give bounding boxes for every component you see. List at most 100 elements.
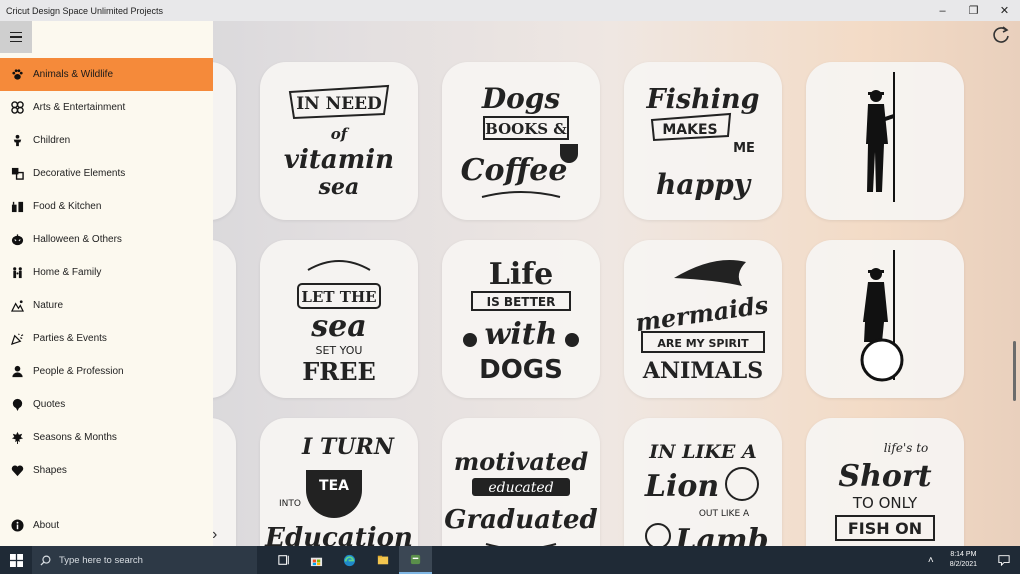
about-item[interactable]: About: [0, 509, 213, 542]
store-icon: [310, 557, 323, 566]
design-text: IS BETTER: [487, 295, 556, 309]
category-item[interactable]: Parties & Events: [0, 322, 213, 355]
task-view-button[interactable]: [267, 546, 300, 574]
arts-icon: [10, 101, 24, 115]
edge-button[interactable]: [333, 546, 366, 574]
design-text: sea: [310, 309, 366, 344]
design-text: SET YOU: [316, 344, 363, 357]
quotes-icon: [10, 398, 24, 412]
clock[interactable]: 8:14 PM 8/2/2021: [940, 550, 987, 570]
design-text: FREE: [302, 357, 376, 386]
category-label: Home & Family: [33, 267, 102, 278]
notifications-button[interactable]: [987, 546, 1020, 574]
store-button[interactable]: [300, 546, 333, 574]
start-button[interactable]: [0, 546, 32, 574]
design-text: of: [331, 125, 350, 143]
category-label: Quotes: [33, 399, 66, 410]
category-item[interactable]: Arts & Entertainment: [0, 91, 213, 124]
scrollbar-thumb[interactable]: [1013, 341, 1016, 401]
design-text: I TURN: [301, 434, 395, 460]
refresh-button[interactable]: [990, 24, 1012, 46]
design-tile[interactable]: mermaids ARE MY SPIRIT ANIMALS: [624, 240, 782, 398]
design-text: life's to: [884, 441, 929, 455]
design-tile[interactable]: Fishing MAKES ME happy: [624, 62, 782, 220]
design-text: ME: [733, 141, 755, 156]
taskbar-search[interactable]: Type here to search: [32, 546, 257, 574]
category-item[interactable]: Children: [0, 124, 213, 157]
people-icon: [10, 365, 24, 379]
close-button[interactable]: ✕: [989, 0, 1020, 21]
design-tile[interactable]: I TURN TEA INTO Education: [260, 418, 418, 546]
design-text: BOOKS &: [485, 120, 567, 138]
fisherman-silhouette: [860, 250, 904, 382]
design-tile-fisherman[interactable]: [806, 62, 964, 220]
category-item[interactable]: Halloween & Others: [0, 223, 213, 256]
decorative-icon: [10, 167, 24, 181]
design-tile[interactable]: IN LIKE A Lion OUT LIKE A Lamb: [624, 418, 782, 546]
leaf-icon: [10, 431, 24, 445]
design-text: DOGS: [479, 355, 563, 385]
design-tile[interactable]: IN NEED of vitamin sea: [260, 62, 418, 220]
category-label: Nature: [33, 300, 64, 311]
design-tile[interactable]: Life IS BETTER with DOGS: [442, 240, 600, 398]
chevron-up-icon[interactable]: ˄: [922, 555, 940, 566]
category-item[interactable]: Food & Kitchen: [0, 190, 213, 223]
design-text: motivated: [454, 447, 588, 476]
category-item[interactable]: People & Profession: [0, 355, 213, 388]
category-item[interactable]: Shapes: [0, 454, 213, 487]
design-text: mermaids: [634, 290, 771, 337]
design-graphic: I TURN TEA INTO Education: [264, 434, 413, 546]
paw-icon: [10, 68, 24, 82]
hamburger-menu-button[interactable]: [0, 21, 32, 53]
category-item[interactable]: Decorative Elements: [0, 157, 213, 190]
design-graphic: Dogs BOOKS & Coffee: [461, 82, 578, 198]
design-tile[interactable]: motivated educated Graduated: [442, 418, 600, 546]
design-text: IN LIKE A: [648, 441, 756, 463]
design-text: TEA: [319, 478, 349, 494]
design-text: Coffee: [461, 153, 568, 188]
design-tile[interactable]: Dogs BOOKS & Coffee: [442, 62, 600, 220]
design-tile[interactable]: life's to Short TO ONLY FISH ON weekends: [806, 418, 964, 546]
folder-icon: [377, 555, 388, 565]
app-icon: [410, 554, 421, 564]
design-graphic: life's to Short TO ONLY FISH ON weekends: [835, 441, 935, 541]
info-icon: [10, 519, 24, 533]
pumpkin-icon: [10, 233, 24, 247]
minimize-button[interactable]: –: [927, 0, 958, 21]
file-explorer-button[interactable]: [366, 546, 399, 574]
fisherman-silhouette: [866, 72, 895, 202]
category-item[interactable]: Quotes: [0, 388, 213, 421]
title-bar: Cricut Design Space Unlimited Projects –…: [0, 0, 1020, 21]
refresh-icon: [993, 26, 1009, 43]
clock-time: 8:14 PM: [950, 551, 977, 558]
design-text: Graduated: [444, 505, 597, 535]
category-list: Animals & Wildlife Arts & Entertainment Ch…: [0, 58, 213, 487]
party-icon: [10, 332, 24, 346]
category-item[interactable]: Home & Family: [0, 256, 213, 289]
category-item[interactable]: Nature: [0, 289, 213, 322]
category-label: Parties & Events: [33, 333, 107, 344]
category-label: Seasons & Months: [33, 432, 117, 443]
search-placeholder: Type here to search: [59, 554, 143, 566]
about-label: About: [33, 520, 60, 531]
edge-icon: [343, 554, 356, 566]
design-tile-fisherman-monogram[interactable]: [806, 240, 964, 398]
notification-icon: [997, 555, 1010, 566]
design-graphic: motivated educated Graduated: [444, 447, 598, 546]
design-graphic: IN LIKE A Lion OUT LIKE A Lamb: [644, 441, 769, 546]
category-item[interactable]: Animals & Wildlife: [0, 58, 213, 91]
child-icon: [10, 134, 24, 148]
task-view-icon: [277, 555, 289, 565]
restore-button[interactable]: ❐: [958, 0, 989, 21]
family-icon: [10, 266, 24, 280]
category-item[interactable]: Seasons & Months: [0, 421, 213, 454]
design-graphic: Life IS BETTER with DOGS: [463, 257, 579, 385]
cricut-app-button[interactable]: [399, 546, 432, 574]
category-label: Animals & Wildlife: [33, 69, 114, 80]
design-text: Fishing: [645, 84, 759, 115]
heart-icon: [10, 464, 24, 478]
windows-taskbar: Type here to search ˄ 8:14 PM 8/2/2021: [0, 546, 1020, 574]
design-tile[interactable]: LET THE sea SET YOU FREE: [260, 240, 418, 398]
design-text: LET THE: [301, 288, 376, 306]
system-tray: ˄ 8:14 PM 8/2/2021: [922, 546, 1020, 574]
